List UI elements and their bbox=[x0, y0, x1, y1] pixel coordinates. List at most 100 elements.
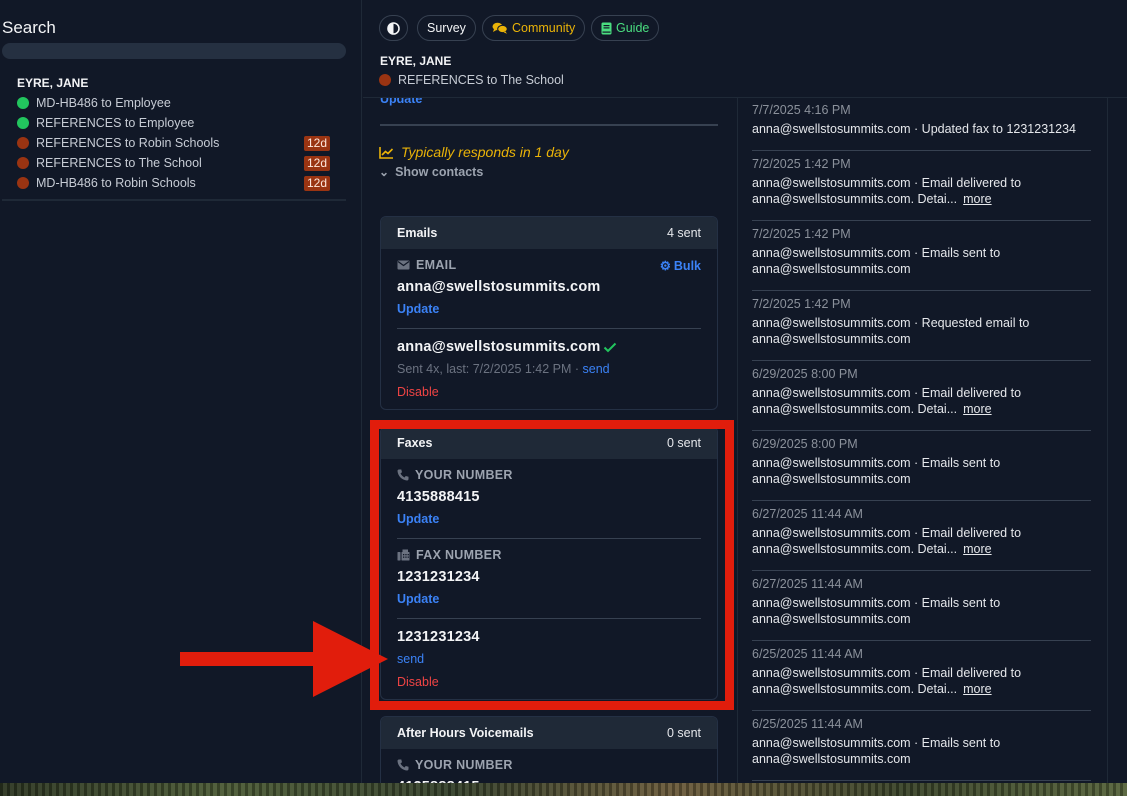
sidebar-item-md-hb486-robin-schools[interactable]: MD-HB486 to Robin Schools 12d bbox=[17, 173, 333, 193]
bulk-button[interactable]: ⚙ Bulk bbox=[659, 258, 701, 274]
activity-text: anna@swellstosummits.com · Email deliver… bbox=[752, 385, 1091, 417]
check-icon bbox=[604, 342, 617, 352]
email-update-link[interactable]: Update bbox=[397, 302, 439, 316]
fax-target-number[interactable]: 1231231234 bbox=[397, 629, 480, 645]
bulk-label: Bulk bbox=[673, 258, 701, 273]
response-time-text: Typically responds in 1 day bbox=[401, 144, 569, 160]
activity-time: 6/29/2025 8:00 PM bbox=[752, 437, 858, 451]
activity-text: anna@swellstosummits.com · Emails sent t… bbox=[752, 455, 1091, 487]
email-address[interactable]: anna@swellstosummits.com bbox=[397, 279, 600, 295]
chevron-down-icon: ⌄ bbox=[379, 165, 390, 179]
activity-item: 6/29/2025 8:00 PM anna@swellstosummits.co… bbox=[752, 367, 1091, 431]
emails-card: Emails 4 sent EMAIL ⚙ Bulk anna@swellsto… bbox=[380, 216, 718, 410]
activity-log: 7/7/2025 4:16 PM anna@swellstosummits.com… bbox=[737, 98, 1108, 783]
your-number-update-link[interactable]: Update bbox=[397, 512, 439, 526]
activity-item: 6/27/2025 11:44 AM anna@swellstosummits.c… bbox=[752, 577, 1091, 641]
sidebar-item-references-the-school[interactable]: REFERENCES to The School 12d bbox=[17, 153, 333, 173]
activity-text-body: anna@swellstosummits.com · Emails sent t… bbox=[752, 596, 1001, 626]
sidebar-item-list: MD-HB486 to Employee REFERENCES to Emplo… bbox=[17, 93, 333, 193]
right-edge-strip bbox=[1108, 0, 1127, 783]
search-title: Search bbox=[2, 18, 56, 37]
activity-text-body: anna@swellstosummits.com · Emails sent t… bbox=[752, 736, 1001, 766]
activity-text-body: anna@swellstosummits.com · Emails sent t… bbox=[752, 246, 1001, 276]
show-contacts-label: Show contacts bbox=[395, 165, 484, 179]
voicemails-title: After Hours Voicemails bbox=[397, 726, 534, 740]
emails-count: 4 sent bbox=[666, 226, 701, 240]
activity-more-link[interactable]: more bbox=[963, 192, 991, 206]
email-send-link[interactable]: send bbox=[583, 362, 610, 376]
activity-time: 7/2/2025 1:42 PM bbox=[752, 157, 851, 171]
sidebar-item-label: MD-HB486 to Employee bbox=[36, 96, 171, 110]
fax-number-label: FAX NUMBER bbox=[397, 548, 502, 562]
your-number-section: YOUR NUMBER 4135888415 Update bbox=[381, 459, 717, 538]
guide-button[interactable]: Guide bbox=[591, 15, 660, 41]
activity-more-link[interactable]: more bbox=[963, 402, 991, 416]
gear-icon: ⚙ bbox=[659, 259, 671, 273]
faxes-card-header: Faxes 0 sent bbox=[381, 427, 717, 459]
activity-text-body: anna@swellstosummits.com · Requested ema… bbox=[752, 316, 1030, 346]
activity-text: anna@swellstosummits.com · Email deliver… bbox=[752, 175, 1091, 207]
activity-item: 7/2/2025 1:42 PM anna@swellstosummits.com… bbox=[752, 227, 1091, 291]
email-target-section: anna@swellstosummits.com Sent 4x, last: … bbox=[381, 329, 717, 409]
activity-item: 7/7/2025 4:16 PM anna@swellstosummits.com… bbox=[752, 103, 1091, 151]
fax-number-update-link[interactable]: Update bbox=[397, 592, 439, 606]
activity-text: anna@swellstosummits.com · Emails sent t… bbox=[752, 245, 1091, 277]
response-time-note: Typically responds in 1 day bbox=[379, 144, 569, 160]
sidebar-item-references-employee[interactable]: REFERENCES to Employee bbox=[17, 113, 333, 133]
status-dot bbox=[17, 97, 29, 109]
your-number-label: YOUR NUMBER bbox=[397, 468, 513, 482]
status-dot bbox=[17, 137, 29, 149]
header-subtitle: REFERENCES to The School bbox=[379, 73, 564, 87]
emails-title: Emails bbox=[397, 226, 438, 240]
fax-number-value[interactable]: 1231231234 bbox=[397, 569, 480, 585]
divider bbox=[380, 124, 718, 126]
activity-more-link[interactable]: more bbox=[963, 682, 991, 696]
your-number-label-text: YOUR NUMBER bbox=[415, 468, 513, 482]
community-button[interactable]: Community bbox=[482, 15, 586, 41]
sidebar-item-references-robin-schools[interactable]: REFERENCES to Robin Schools 12d bbox=[17, 133, 333, 153]
email-target-address[interactable]: anna@swellstosummits.com bbox=[397, 339, 600, 355]
activity-text-body: anna@swellstosummits.com · Updated fax t… bbox=[752, 122, 1076, 136]
your-number-value[interactable]: 4135888415 bbox=[397, 489, 480, 505]
activity-text: anna@swellstosummits.com · Requested ema… bbox=[752, 315, 1091, 347]
email-sent-info: Sent 4x, last: 7/2/2025 1:42 PM · send bbox=[397, 362, 610, 376]
activity-time: 6/27/2025 11:44 AM bbox=[752, 507, 863, 521]
activity-text: anna@swellstosummits.com · Updated fax t… bbox=[752, 121, 1091, 137]
email-disable-link[interactable]: Disable bbox=[397, 385, 439, 399]
chat-bubbles-icon bbox=[492, 22, 508, 34]
activity-time: 6/25/2025 11:44 AM bbox=[752, 647, 863, 661]
contact-panel: Update Typically responds in 1 day ⌄ Sho… bbox=[363, 0, 737, 783]
search-input[interactable] bbox=[2, 43, 346, 59]
community-label: Community bbox=[512, 21, 576, 35]
survey-label: Survey bbox=[427, 21, 466, 35]
person-name[interactable]: EYRE, JANE bbox=[17, 76, 88, 90]
faxes-title: Faxes bbox=[397, 436, 433, 450]
activity-time: 7/2/2025 1:42 PM bbox=[752, 227, 851, 241]
activity-time: 6/29/2025 8:00 PM bbox=[752, 367, 858, 381]
fax-send-link[interactable]: send bbox=[397, 652, 424, 666]
vm-your-number-label-text: YOUR NUMBER bbox=[415, 758, 513, 772]
fax-disable-link[interactable]: Disable bbox=[397, 675, 439, 689]
activity-text: anna@swellstosummits.com · Email deliver… bbox=[752, 525, 1091, 557]
show-contacts-toggle[interactable]: ⌄ Show contacts bbox=[379, 165, 483, 179]
email-sent-info-text: Sent 4x, last: 7/2/2025 1:42 PM · bbox=[397, 362, 583, 376]
voicemails-card-header: After Hours Voicemails 0 sent bbox=[381, 717, 717, 749]
activity-time: 6/27/2025 11:44 AM bbox=[752, 577, 863, 591]
book-icon bbox=[601, 22, 612, 34]
fax-number-section: FAX NUMBER 1231231234 Update bbox=[381, 539, 717, 618]
faxes-count: 0 sent bbox=[666, 436, 701, 450]
sidebar-item-md-hb486-employee[interactable]: MD-HB486 to Employee bbox=[17, 93, 333, 113]
sidebar-item-label: MD-HB486 to Robin Schools bbox=[36, 176, 196, 190]
age-badge: 12d bbox=[303, 136, 330, 151]
activity-more-link[interactable]: more bbox=[963, 542, 991, 556]
activity-item: 6/27/2025 11:44 AM anna@swellstosummits.c… bbox=[752, 507, 1091, 571]
theme-toggle-button[interactable] bbox=[379, 15, 408, 41]
vm-your-number-section: YOUR NUMBER 4135888415 bbox=[381, 749, 717, 783]
activity-item: 7/2/2025 1:42 PM anna@swellstosummits.com… bbox=[752, 297, 1091, 361]
voicemails-card: After Hours Voicemails 0 sent YOUR NUMBE… bbox=[380, 716, 718, 783]
header-person-name: EYRE, JANE bbox=[380, 54, 452, 68]
survey-button[interactable]: Survey bbox=[417, 15, 476, 41]
sidebar-item-label: REFERENCES to The School bbox=[36, 156, 202, 170]
activity-text: anna@swellstosummits.com · Emails sent t… bbox=[752, 595, 1091, 627]
activity-item: 6/29/2025 8:00 PM anna@swellstosummits.co… bbox=[752, 437, 1091, 501]
